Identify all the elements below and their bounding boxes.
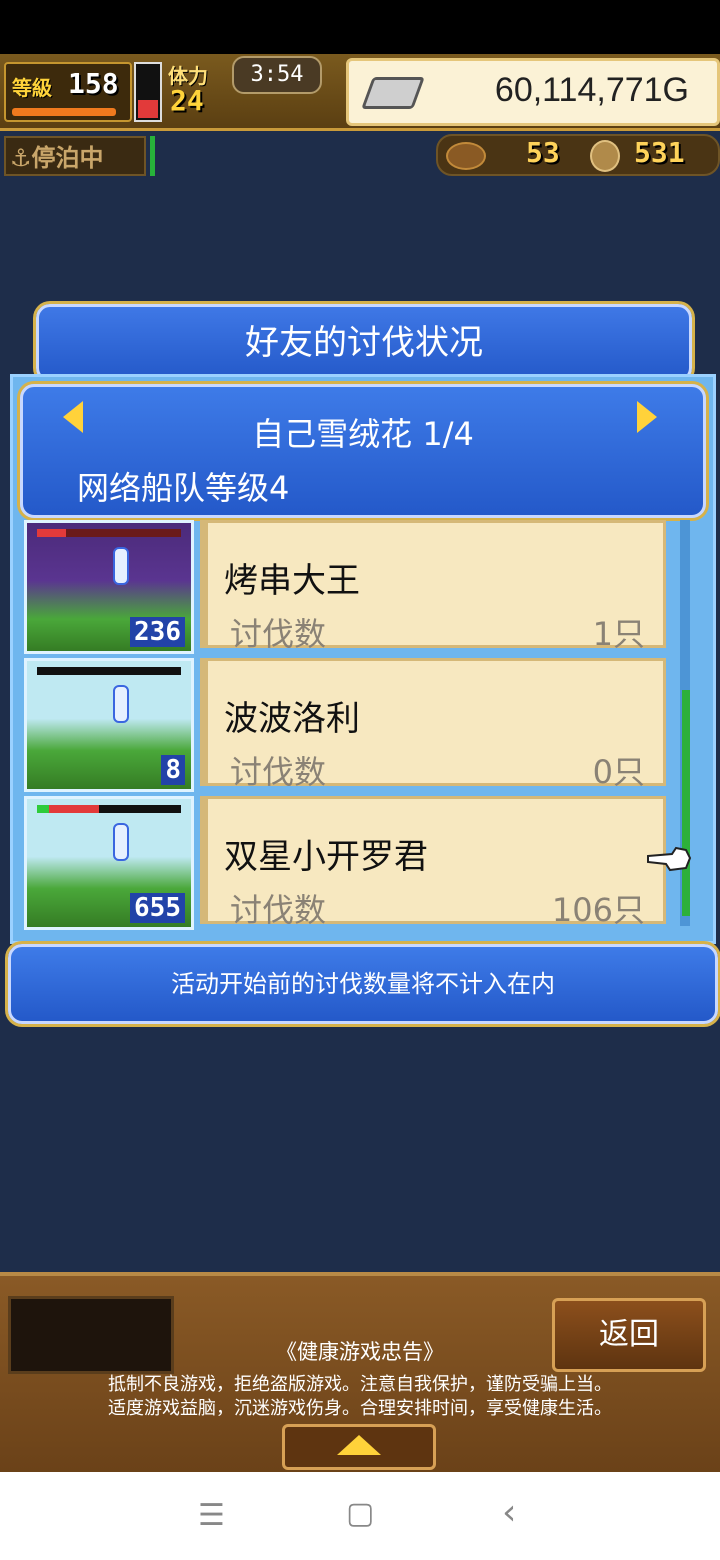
home-icon[interactable]: ▢: [346, 1496, 374, 1531]
back-icon[interactable]: ‹: [502, 1492, 516, 1533]
resource-bar: 53 531: [436, 134, 720, 176]
back-button[interactable]: 返回: [552, 1298, 706, 1372]
monster-number: 236: [130, 617, 185, 647]
stamina-timer: 3:54: [232, 56, 322, 94]
stamina-gauge: [134, 62, 162, 122]
list-item[interactable]: 波波洛利 讨伐数 0只: [200, 658, 666, 791]
hp-damage: [48, 805, 99, 813]
monster-name: 波波洛利: [224, 699, 360, 739]
hp-bar: [37, 667, 181, 675]
bottom-panel: 《健康游戏忠告》 抵制不良游戏，拒绝盗版游戏。注意自我保护，谨防受骗上当。 适度…: [0, 1272, 720, 1476]
health-advisory-line1: 抵制不良游戏，拒绝盗版游戏。注意自我保护，谨防受骗上当。: [108, 1374, 612, 1395]
kill-count: 0只: [592, 753, 645, 791]
barrel-icon: [446, 142, 486, 170]
exclamation-icon: [113, 823, 129, 861]
monster-thumbnail: 236: [24, 520, 194, 654]
kill-label: 讨伐数: [230, 753, 327, 791]
notice-text: 活动开始前的讨伐数量将不计入在内: [171, 970, 555, 998]
fleet-level: 网络船队等级4: [77, 469, 290, 507]
hp-fill: [37, 805, 49, 813]
monster-thumbnail: 655: [24, 796, 194, 930]
anchor-status-label: 停泊中: [31, 144, 104, 172]
system-nav-bar: ☰ ▢ ‹: [0, 1472, 720, 1560]
menu-icon[interactable]: ☰: [198, 1498, 225, 1533]
hp-bar: [37, 529, 181, 537]
monster-name: 双星小开罗君: [224, 837, 428, 877]
level-box: 等級 158: [4, 62, 132, 122]
level-label: 等級: [12, 76, 52, 100]
kill-count: 1只: [592, 615, 645, 653]
silver-bar-icon: [361, 77, 425, 109]
resource1-value: 53: [526, 136, 560, 169]
exclamation-icon: [113, 685, 129, 723]
next-friend-arrow-icon[interactable]: [637, 401, 657, 433]
game-hud: 等級 158 体力 24 3:54 60,114,771G: [0, 54, 720, 131]
stamina-value: 24: [170, 84, 204, 117]
list-item[interactable]: 烤串大王 讨伐数 1只: [200, 520, 666, 653]
health-advisory-line2: 适度游戏益脑，沉迷游戏伤身。合理安排时间，享受健康生活。: [108, 1398, 612, 1419]
friend-header: 自己雪绒花 1/4 网络船队等级4: [20, 384, 706, 518]
anchor-icon: ⚓: [10, 144, 32, 172]
anchor-status-button[interactable]: ⚓停泊中: [4, 136, 146, 176]
kill-label: 讨伐数: [230, 891, 327, 929]
scrollbar-thumb[interactable]: [682, 690, 690, 916]
kill-count: 106只: [551, 891, 645, 929]
coin-icon: [590, 140, 620, 172]
friend-name: 自己雪绒花 1/4: [252, 415, 474, 453]
monster-thumbnail: 8: [24, 658, 194, 792]
status-bar: [0, 0, 720, 54]
gold-value: 60,114,771G: [494, 71, 689, 109]
hp-fill: [37, 529, 66, 537]
resource2-value: 531: [634, 136, 685, 169]
list-item[interactable]: 双星小开罗君 讨伐数 106只: [200, 796, 666, 929]
monster-number: 8: [161, 755, 185, 785]
notice-bar: 活动开始前的讨伐数量将不计入在内: [8, 944, 718, 1024]
status-indicator: [150, 136, 155, 176]
exp-bar: [12, 108, 116, 116]
hp-bar: [37, 805, 181, 813]
monster-name: 烤串大王: [224, 561, 360, 601]
expand-menu-button[interactable]: [282, 1424, 436, 1470]
pointing-hand-icon: [647, 846, 692, 872]
level-value: 158: [68, 67, 119, 100]
kill-label: 讨伐数: [230, 615, 327, 653]
exclamation-icon: [113, 547, 129, 585]
stamina-fill: [138, 100, 158, 118]
dialog-title: 好友的讨伐状况: [245, 323, 483, 363]
dialog-title-bar: 好友的讨伐状况: [36, 304, 692, 382]
monster-number: 655: [130, 893, 185, 923]
gold-display: 60,114,771G: [346, 58, 720, 126]
up-arrow-icon: [337, 1435, 381, 1455]
